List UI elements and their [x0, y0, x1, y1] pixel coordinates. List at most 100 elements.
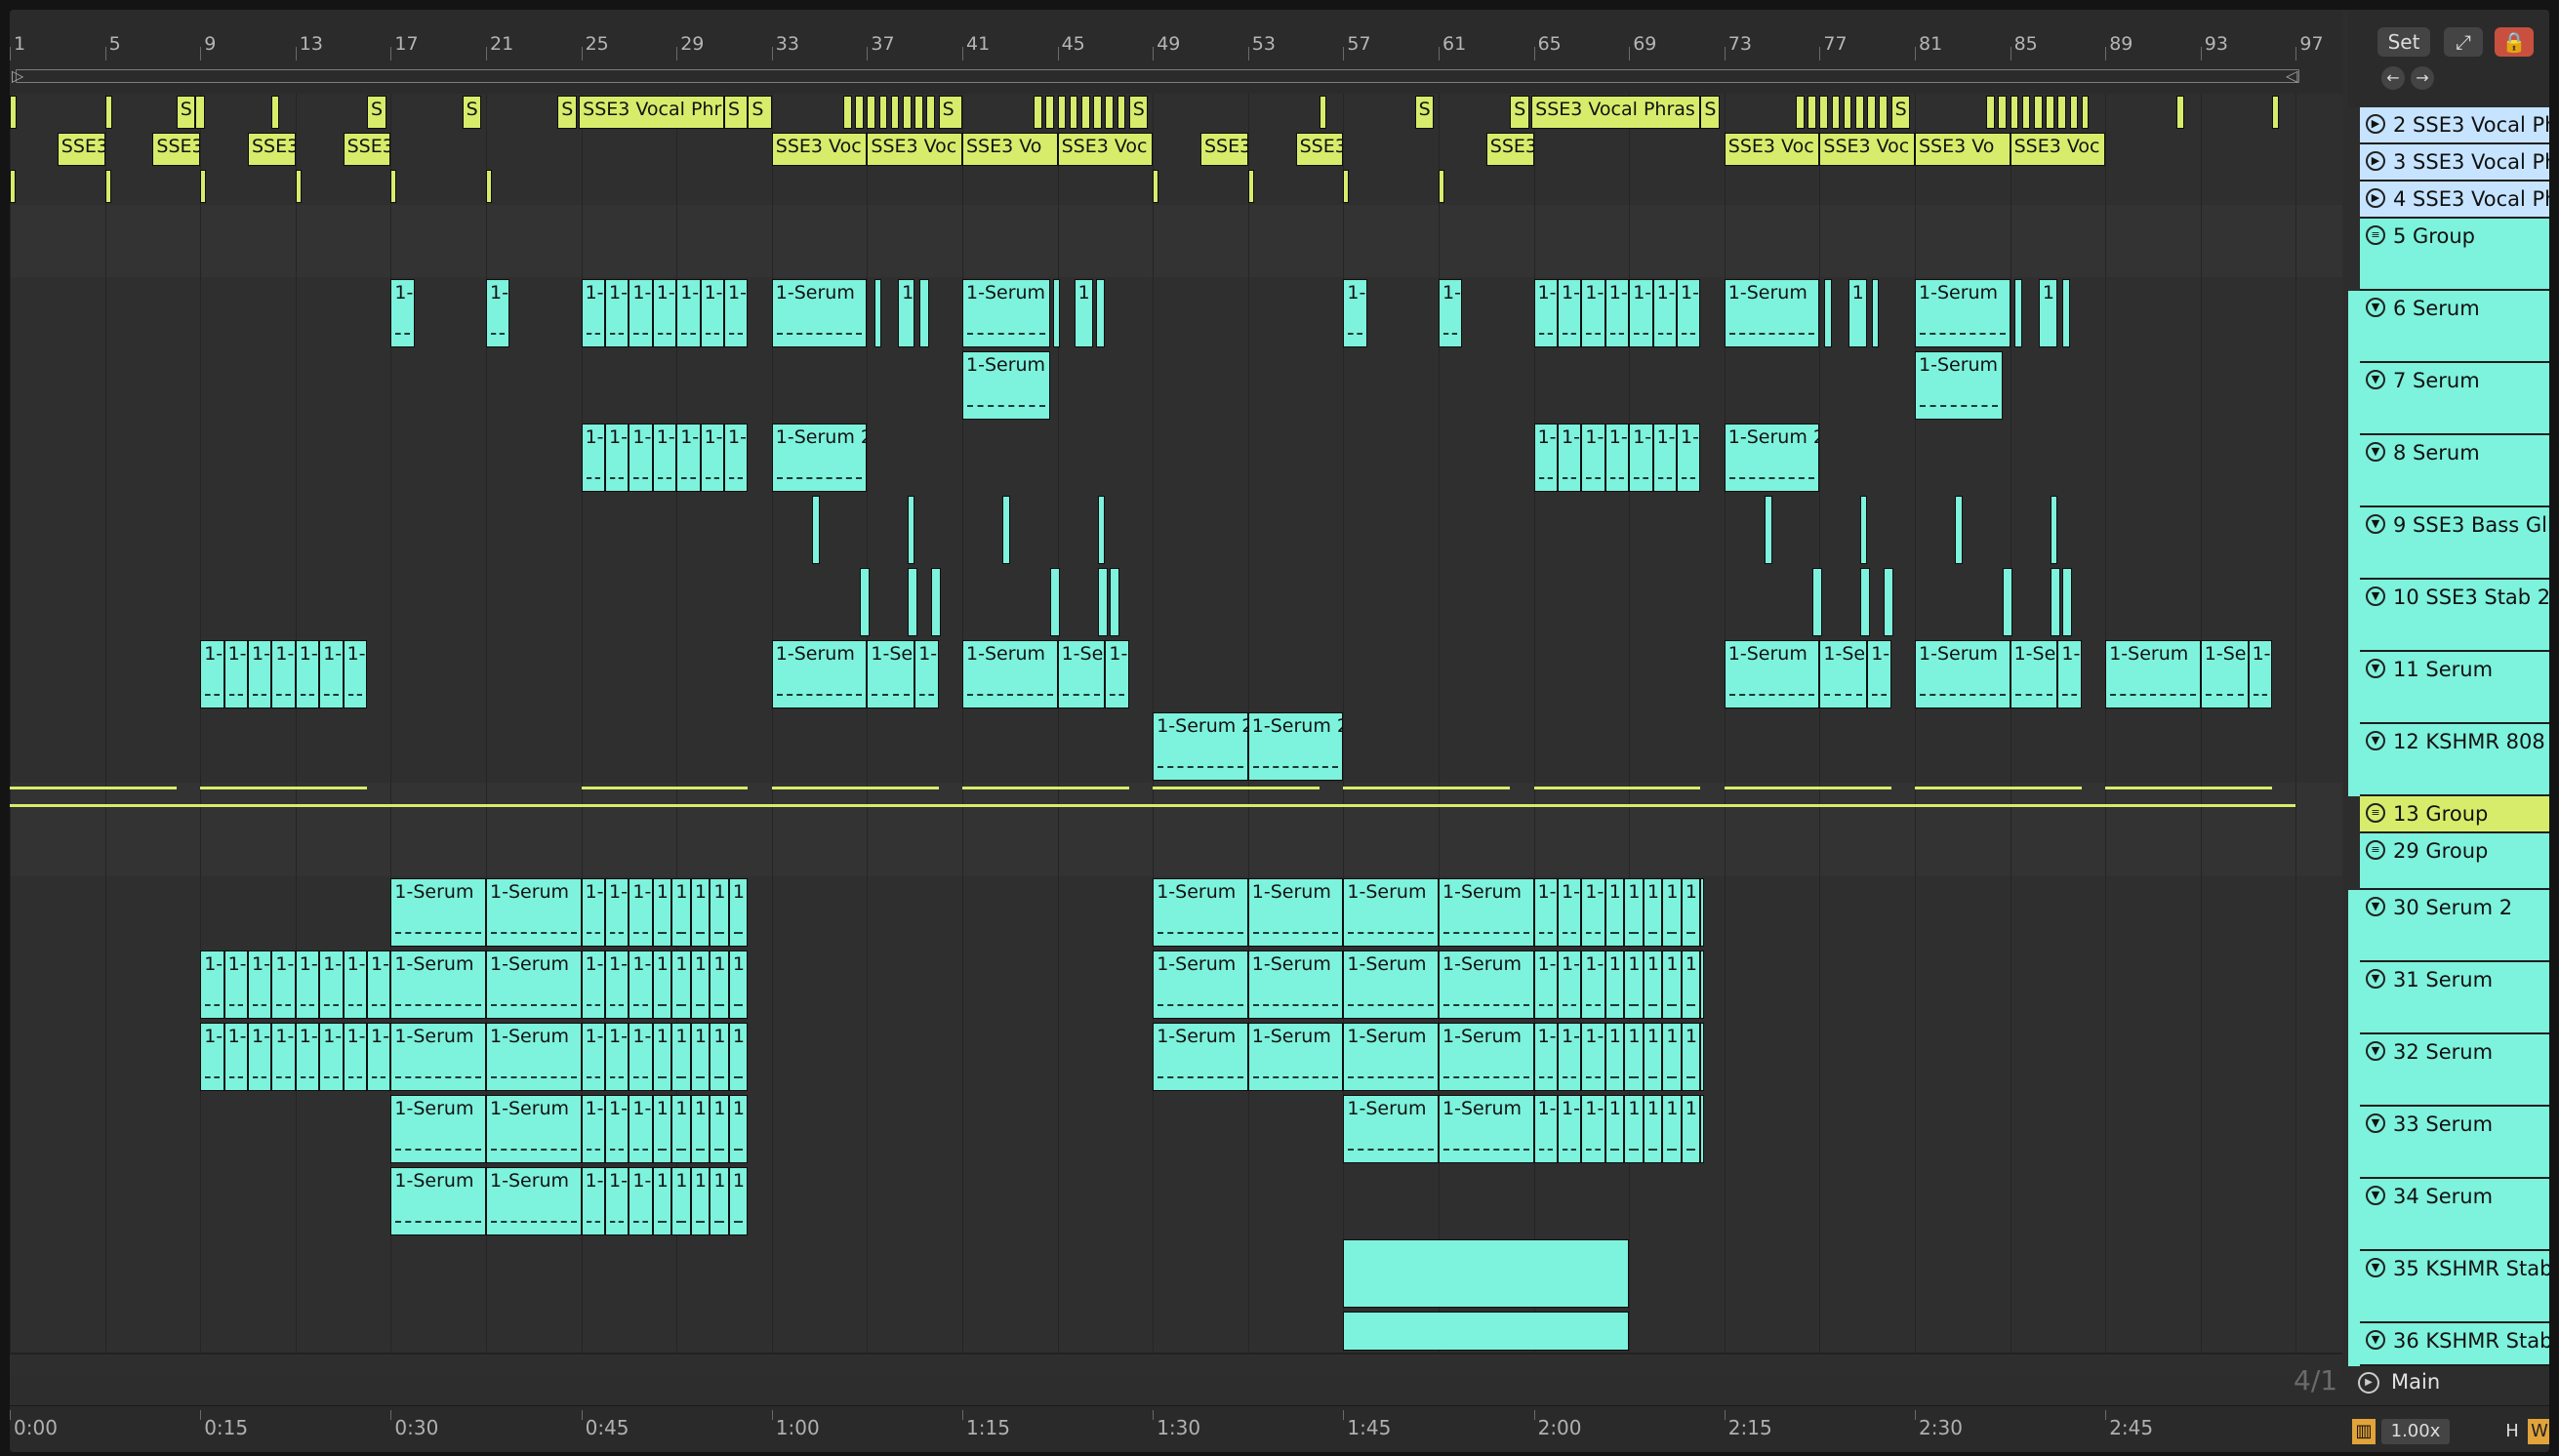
loop-brace[interactable]: [16, 69, 2299, 83]
clip[interactable]: 1: [671, 878, 691, 947]
clip[interactable]: 1: [1662, 1023, 1682, 1091]
set-button[interactable]: Set: [2377, 27, 2430, 57]
clip[interactable]: [2272, 96, 2280, 129]
clip[interactable]: [2057, 96, 2066, 129]
clip[interactable]: 1-Serum: [390, 950, 486, 1019]
clip[interactable]: 1: [690, 1023, 711, 1091]
clip[interactable]: 1-: [200, 1023, 224, 1091]
clip[interactable]: [1045, 96, 1054, 129]
clip[interactable]: SSE3 Vocal Phr: [579, 96, 724, 129]
clip[interactable]: [860, 568, 870, 636]
clip[interactable]: 1-Serum: [1915, 640, 2011, 708]
clip[interactable]: 1: [1624, 878, 1644, 947]
clip[interactable]: 1: [652, 950, 672, 1019]
clip[interactable]: 1: [1681, 950, 1701, 1019]
clip[interactable]: 1-: [676, 424, 701, 492]
clip[interactable]: 1-Serum: [486, 1095, 582, 1163]
overview-icon[interactable]: ▥: [2352, 1419, 2376, 1444]
clip[interactable]: [1859, 496, 1868, 564]
clip[interactable]: 1-Serum 2: [1247, 712, 1344, 781]
h-button[interactable]: H: [2500, 1419, 2524, 1444]
clip[interactable]: 1-Se: [867, 640, 915, 708]
clip[interactable]: S: [176, 96, 196, 129]
clip[interactable]: 1-: [271, 950, 296, 1019]
clip[interactable]: 1-: [486, 279, 510, 347]
clip[interactable]: 1-Se: [2010, 640, 2058, 708]
fold-icon[interactable]: ▼: [2366, 1186, 2385, 1205]
clip[interactable]: 1-: [1581, 950, 1605, 1019]
lane-16[interactable]: [10, 1093, 2342, 1167]
clip[interactable]: 1-: [1558, 950, 1582, 1019]
clip[interactable]: [867, 96, 875, 129]
clip[interactable]: 1-: [390, 279, 415, 347]
clip[interactable]: 1-: [271, 640, 296, 708]
clip[interactable]: [1034, 96, 1042, 129]
clip[interactable]: 1-: [1604, 279, 1630, 347]
clip[interactable]: 1-: [1581, 279, 1605, 347]
clip[interactable]: 1-: [1533, 950, 1558, 1019]
clip[interactable]: [486, 170, 493, 203]
clip[interactable]: 1-Serum: [486, 950, 582, 1019]
track-header[interactable]: ▶ 4 SSE3 Vocal Ph: [2360, 182, 2549, 219]
clip[interactable]: 1-Se: [1057, 640, 1106, 708]
clip[interactable]: 1: [710, 878, 729, 947]
clip[interactable]: SSE3 Vo: [1915, 133, 2011, 166]
clip[interactable]: [855, 96, 864, 129]
clip[interactable]: 1-: [1581, 878, 1605, 947]
clip[interactable]: S: [724, 96, 749, 129]
clip[interactable]: 1-Serum: [1247, 1023, 1344, 1091]
clip[interactable]: 1-: [1439, 279, 1463, 347]
clip[interactable]: [1765, 496, 1772, 564]
fold-icon[interactable]: ▼: [2366, 1330, 2385, 1350]
clip[interactable]: SSE3 Vocal Phras: [1531, 96, 1701, 129]
clip[interactable]: [1796, 96, 1805, 129]
clip[interactable]: [1081, 96, 1090, 129]
clip[interactable]: 1-: [248, 640, 272, 708]
clip[interactable]: 1-: [1581, 424, 1605, 492]
clip[interactable]: 1-: [629, 878, 653, 947]
clip[interactable]: [1057, 96, 1067, 129]
clip[interactable]: 1: [1700, 1023, 1705, 1091]
lane-18[interactable]: [10, 1237, 2342, 1312]
clip[interactable]: 1-: [629, 1167, 653, 1235]
expand-icon[interactable]: ⤢: [2444, 27, 2483, 57]
clip[interactable]: 1-: [605, 424, 630, 492]
fold-icon[interactable]: ▼: [2366, 1113, 2385, 1133]
clip[interactable]: SSE3 Voc: [771, 133, 868, 166]
clip[interactable]: [2021, 96, 2031, 129]
clip[interactable]: [1093, 96, 1102, 129]
clip[interactable]: [1320, 96, 1327, 129]
clip[interactable]: 1-Serum: [486, 878, 582, 947]
clip[interactable]: [2010, 96, 2019, 129]
clip[interactable]: 1-: [248, 950, 272, 1019]
clip[interactable]: 1-: [581, 1167, 605, 1235]
clip[interactable]: SSE3: [1485, 133, 1534, 166]
arrangement-lanes[interactable]: S S S S SSE3 Vocal Phr S S S S S S SSE3 Vocal Phras…: [10, 94, 2342, 1376]
clip[interactable]: 1-: [724, 424, 749, 492]
clip[interactable]: 1-: [629, 950, 653, 1019]
lane-2[interactable]: [10, 168, 2342, 207]
clip[interactable]: 1-Serum: [1439, 1023, 1534, 1091]
clip[interactable]: [2003, 568, 2013, 636]
clip[interactable]: 1-: [629, 279, 653, 347]
clip[interactable]: S: [938, 96, 962, 129]
clip[interactable]: 1-: [319, 950, 344, 1019]
clip[interactable]: 1-: [2248, 640, 2272, 708]
clip[interactable]: 1: [1624, 950, 1644, 1019]
clip[interactable]: 1-: [1558, 1095, 1582, 1163]
clip[interactable]: 1: [652, 1023, 672, 1091]
lane-12[interactable]: [10, 820, 2342, 878]
fold-icon[interactable]: ▼: [2366, 298, 2385, 317]
clip[interactable]: 1-Serum: [1247, 950, 1344, 1019]
clip[interactable]: [2081, 96, 2090, 129]
clip[interactable]: 1-: [367, 950, 391, 1019]
clip[interactable]: 1-: [581, 950, 605, 1019]
clip[interactable]: 1: [1700, 878, 1705, 947]
zoom-field[interactable]: 1.00x: [2381, 1419, 2450, 1444]
clip[interactable]: 1-: [1533, 1023, 1558, 1091]
clip[interactable]: 1: [1604, 878, 1625, 947]
clip[interactable]: 1-: [581, 279, 605, 347]
clip[interactable]: [1098, 496, 1106, 564]
clip[interactable]: [1843, 96, 1852, 129]
clip[interactable]: [1884, 568, 1894, 636]
